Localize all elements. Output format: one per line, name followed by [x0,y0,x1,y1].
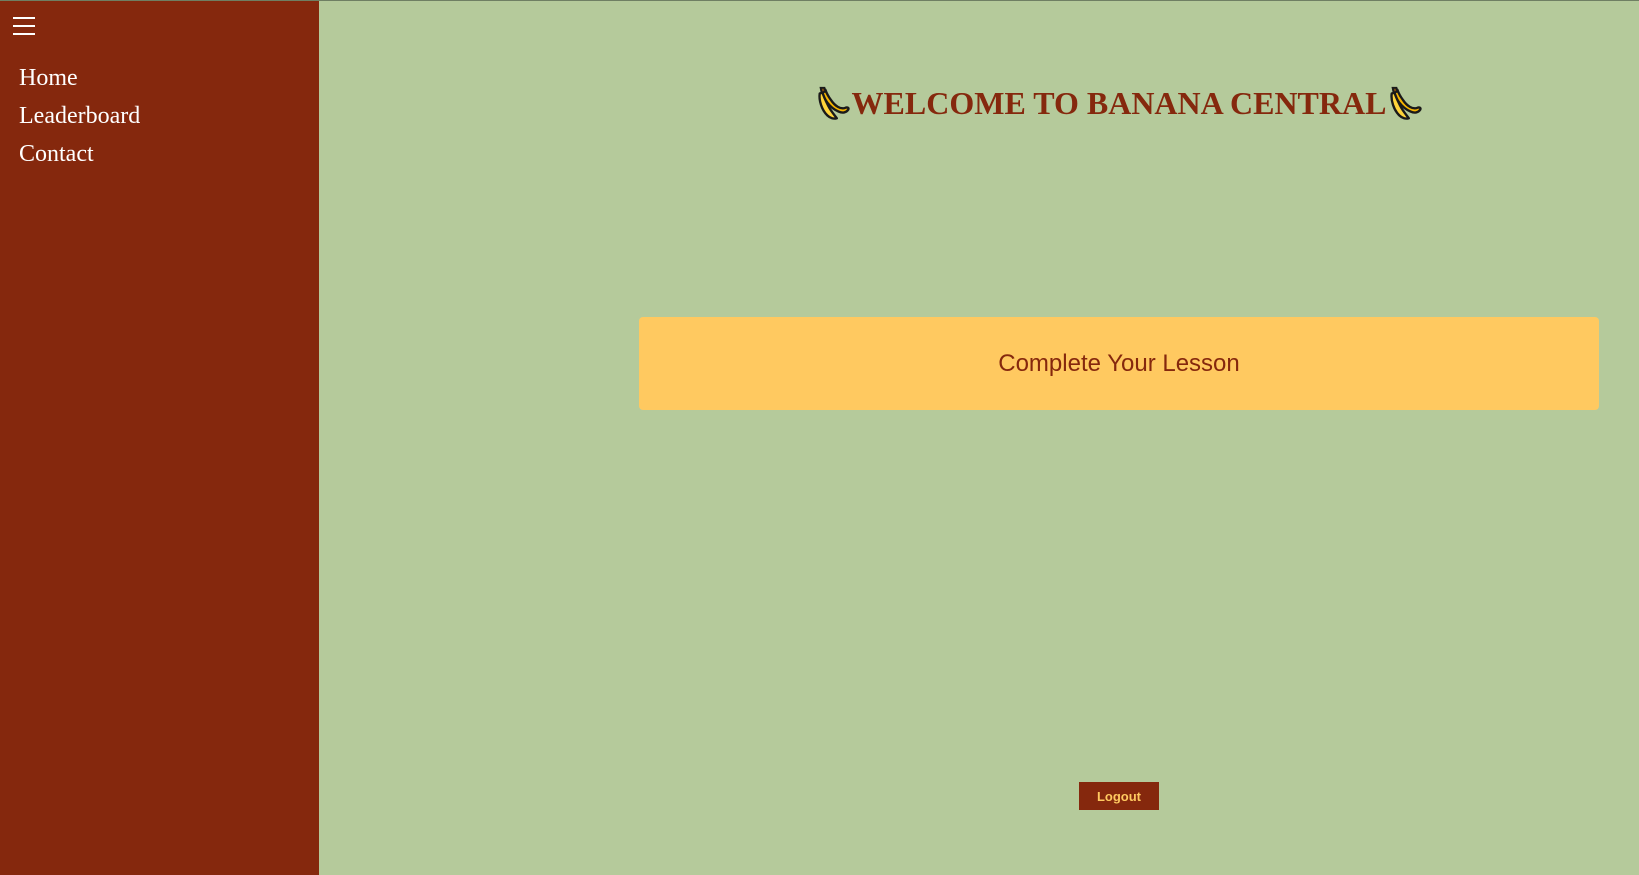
sidebar-item-home[interactable]: Home [19,59,140,97]
logout-button[interactable]: Logout [1079,782,1159,810]
sidebar: Home Leaderboard Contact [0,1,319,875]
complete-lesson-label: Complete Your Lesson [998,349,1240,377]
sidebar-item-contact[interactable]: Contact [19,135,140,173]
page-title: WELCOME TO BANANA CENTRAL [639,83,1599,123]
banana-icon [1390,86,1423,120]
hamburger-menu-icon[interactable] [13,15,35,37]
sidebar-item-leaderboard[interactable]: Leaderboard [19,97,140,135]
complete-lesson-button[interactable]: Complete Your Lesson [639,317,1599,410]
sidebar-nav: Home Leaderboard Contact [19,59,140,173]
page-title-text: WELCOME TO BANANA CENTRAL [851,85,1387,121]
banana-icon [817,86,850,120]
